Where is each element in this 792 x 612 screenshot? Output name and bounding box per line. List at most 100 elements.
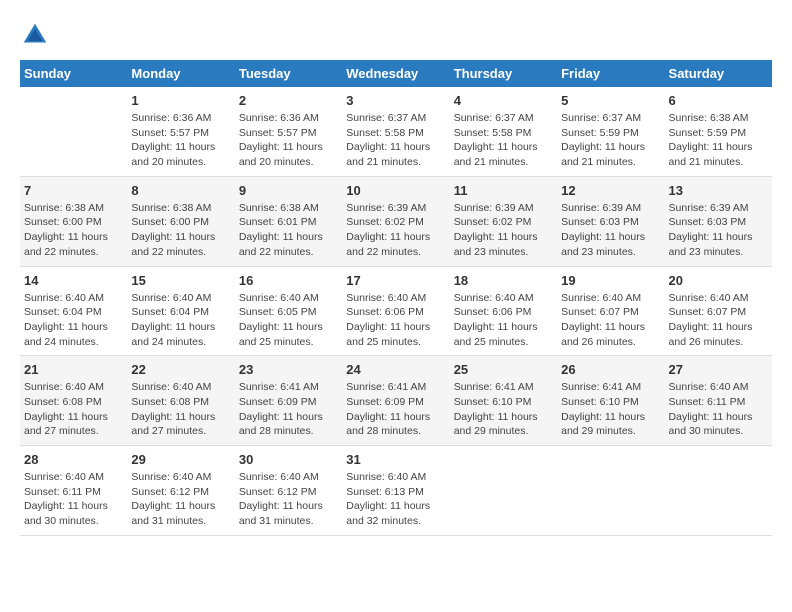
- calendar-cell: 16 Sunrise: 6:40 AMSunset: 6:05 PMDayligh…: [235, 266, 342, 356]
- day-detail: Sunrise: 6:40 AMSunset: 6:12 PMDaylight:…: [239, 470, 338, 529]
- calendar-cell: 21Sunrise: 6:40 AMSunset: 6:08 PMDayligh…: [20, 356, 127, 446]
- day-number: 28: [24, 452, 123, 467]
- day-number: 29: [131, 452, 230, 467]
- day-detail: Sunrise: 6:38 AMSunset: 6:00 PMDaylight:…: [24, 201, 123, 260]
- day-detail: Sunrise: 6:40 AMSunset: 6:04 PMDaylight:…: [131, 291, 230, 350]
- logo-icon: [20, 20, 50, 50]
- calendar-cell: 29Sunrise: 6:40 AMSunset: 6:12 PMDayligh…: [127, 446, 234, 536]
- day-detail: Sunrise: 6:40 AMSunset: 6:13 PMDaylight:…: [346, 470, 445, 529]
- day-detail: Sunrise: 6:40 AMSunset: 6:06 PMDaylight:…: [454, 291, 553, 350]
- day-number: 6: [669, 93, 768, 108]
- day-detail: Sunrise: 6:40 AMSunset: 6:08 PMDaylight:…: [24, 380, 123, 439]
- calendar-cell: 8 Sunrise: 6:38 AMSunset: 6:00 PMDaylight…: [127, 176, 234, 266]
- day-number: 7: [24, 183, 123, 198]
- day-number: 13: [669, 183, 768, 198]
- day-detail: Sunrise: 6:41 AMSunset: 6:09 PMDaylight:…: [346, 380, 445, 439]
- calendar-cell: 24Sunrise: 6:41 AMSunset: 6:09 PMDayligh…: [342, 356, 449, 446]
- calendar-cell: 1 Sunrise: 6:36 AMSunset: 5:57 PMDaylight…: [127, 87, 234, 176]
- calendar-cell: 3 Sunrise: 6:37 AMSunset: 5:58 PMDaylight…: [342, 87, 449, 176]
- calendar-cell: 18 Sunrise: 6:40 AMSunset: 6:06 PMDayligh…: [450, 266, 557, 356]
- day-number: 20: [669, 273, 768, 288]
- day-number: 27: [669, 362, 768, 377]
- calendar-cell: 28 Sunrise: 6:40 AMSunset: 6:11 PMDayligh…: [20, 446, 127, 536]
- calendar-cell: 5 Sunrise: 6:37 AMSunset: 5:59 PMDaylight…: [557, 87, 664, 176]
- day-detail: Sunrise: 6:37 AMSunset: 5:59 PMDaylight:…: [561, 111, 660, 170]
- calendar-table: SundayMondayTuesdayWednesdayThursdayFrid…: [20, 60, 772, 536]
- day-number: 22: [131, 362, 230, 377]
- day-detail: Sunrise: 6:39 AMSunset: 6:03 PMDaylight:…: [669, 201, 768, 260]
- calendar-cell: 7 Sunrise: 6:38 AMSunset: 6:00 PMDaylight…: [20, 176, 127, 266]
- week-row-5: 28 Sunrise: 6:40 AMSunset: 6:11 PMDayligh…: [20, 446, 772, 536]
- day-detail: Sunrise: 6:40 AMSunset: 6:04 PMDaylight:…: [24, 291, 123, 350]
- week-row-2: 7 Sunrise: 6:38 AMSunset: 6:00 PMDaylight…: [20, 176, 772, 266]
- day-number: 30: [239, 452, 338, 467]
- day-detail: Sunrise: 6:40 AMSunset: 6:06 PMDaylight:…: [346, 291, 445, 350]
- calendar-cell: 23Sunrise: 6:41 AMSunset: 6:09 PMDayligh…: [235, 356, 342, 446]
- col-header-thursday: Thursday: [450, 60, 557, 87]
- day-number: 5: [561, 93, 660, 108]
- day-detail: Sunrise: 6:40 AMSunset: 6:11 PMDaylight:…: [669, 380, 768, 439]
- day-number: 1: [131, 93, 230, 108]
- calendar-cell: 20 Sunrise: 6:40 AMSunset: 6:07 PMDayligh…: [665, 266, 772, 356]
- day-detail: Sunrise: 6:38 AMSunset: 6:00 PMDaylight:…: [131, 201, 230, 260]
- calendar-cell: 11 Sunrise: 6:39 AMSunset: 6:02 PMDayligh…: [450, 176, 557, 266]
- day-detail: Sunrise: 6:40 AMSunset: 6:11 PMDaylight:…: [24, 470, 123, 529]
- day-detail: Sunrise: 6:40 AMSunset: 6:08 PMDaylight:…: [131, 380, 230, 439]
- day-number: 9: [239, 183, 338, 198]
- calendar-cell: [665, 446, 772, 536]
- day-number: 15: [131, 273, 230, 288]
- day-number: 4: [454, 93, 553, 108]
- day-detail: Sunrise: 6:41 AMSunset: 6:09 PMDaylight:…: [239, 380, 338, 439]
- day-detail: Sunrise: 6:40 AMSunset: 6:05 PMDaylight:…: [239, 291, 338, 350]
- day-number: 31: [346, 452, 445, 467]
- col-header-friday: Friday: [557, 60, 664, 87]
- calendar-cell: 22 Sunrise: 6:40 AMSunset: 6:08 PMDayligh…: [127, 356, 234, 446]
- day-detail: Sunrise: 6:37 AMSunset: 5:58 PMDaylight:…: [454, 111, 553, 170]
- day-detail: Sunrise: 6:39 AMSunset: 6:02 PMDaylight:…: [346, 201, 445, 260]
- calendar-cell: 14 Sunrise: 6:40 AMSunset: 6:04 PMDayligh…: [20, 266, 127, 356]
- calendar-body: 1 Sunrise: 6:36 AMSunset: 5:57 PMDaylight…: [20, 87, 772, 535]
- calendar-cell: 15 Sunrise: 6:40 AMSunset: 6:04 PMDayligh…: [127, 266, 234, 356]
- day-detail: Sunrise: 6:38 AMSunset: 5:59 PMDaylight:…: [669, 111, 768, 170]
- day-detail: Sunrise: 6:38 AMSunset: 6:01 PMDaylight:…: [239, 201, 338, 260]
- day-number: 17: [346, 273, 445, 288]
- calendar-cell: [450, 446, 557, 536]
- day-detail: Sunrise: 6:41 AMSunset: 6:10 PMDaylight:…: [561, 380, 660, 439]
- calendar-cell: 31 Sunrise: 6:40 AMSunset: 6:13 PMDayligh…: [342, 446, 449, 536]
- day-number: 2: [239, 93, 338, 108]
- day-detail: Sunrise: 6:37 AMSunset: 5:58 PMDaylight:…: [346, 111, 445, 170]
- week-row-4: 21Sunrise: 6:40 AMSunset: 6:08 PMDayligh…: [20, 356, 772, 446]
- calendar-cell: 2 Sunrise: 6:36 AMSunset: 5:57 PMDaylight…: [235, 87, 342, 176]
- day-number: 16: [239, 273, 338, 288]
- day-number: 11: [454, 183, 553, 198]
- calendar-cell: [20, 87, 127, 176]
- day-number: 12: [561, 183, 660, 198]
- week-row-3: 14 Sunrise: 6:40 AMSunset: 6:04 PMDayligh…: [20, 266, 772, 356]
- calendar-cell: 17 Sunrise: 6:40 AMSunset: 6:06 PMDayligh…: [342, 266, 449, 356]
- calendar-cell: 12Sunrise: 6:39 AMSunset: 6:03 PMDayligh…: [557, 176, 664, 266]
- day-number: 25: [454, 362, 553, 377]
- day-number: 18: [454, 273, 553, 288]
- day-detail: Sunrise: 6:41 AMSunset: 6:10 PMDaylight:…: [454, 380, 553, 439]
- header-row: SundayMondayTuesdayWednesdayThursdayFrid…: [20, 60, 772, 87]
- col-header-monday: Monday: [127, 60, 234, 87]
- day-detail: Sunrise: 6:40 AMSunset: 6:07 PMDaylight:…: [561, 291, 660, 350]
- day-detail: Sunrise: 6:39 AMSunset: 6:02 PMDaylight:…: [454, 201, 553, 260]
- calendar-header: SundayMondayTuesdayWednesdayThursdayFrid…: [20, 60, 772, 87]
- day-detail: Sunrise: 6:36 AMSunset: 5:57 PMDaylight:…: [239, 111, 338, 170]
- calendar-cell: [557, 446, 664, 536]
- calendar-cell: 6 Sunrise: 6:38 AMSunset: 5:59 PMDaylight…: [665, 87, 772, 176]
- day-number: 14: [24, 273, 123, 288]
- day-number: 8: [131, 183, 230, 198]
- col-header-wednesday: Wednesday: [342, 60, 449, 87]
- col-header-tuesday: Tuesday: [235, 60, 342, 87]
- calendar-cell: 9 Sunrise: 6:38 AMSunset: 6:01 PMDaylight…: [235, 176, 342, 266]
- logo: [20, 20, 54, 50]
- day-number: 3: [346, 93, 445, 108]
- day-detail: Sunrise: 6:40 AMSunset: 6:07 PMDaylight:…: [669, 291, 768, 350]
- calendar-cell: 30 Sunrise: 6:40 AMSunset: 6:12 PMDayligh…: [235, 446, 342, 536]
- calendar-cell: 25 Sunrise: 6:41 AMSunset: 6:10 PMDayligh…: [450, 356, 557, 446]
- day-detail: Sunrise: 6:36 AMSunset: 5:57 PMDaylight:…: [131, 111, 230, 170]
- col-header-saturday: Saturday: [665, 60, 772, 87]
- calendar-cell: 19Sunrise: 6:40 AMSunset: 6:07 PMDayligh…: [557, 266, 664, 356]
